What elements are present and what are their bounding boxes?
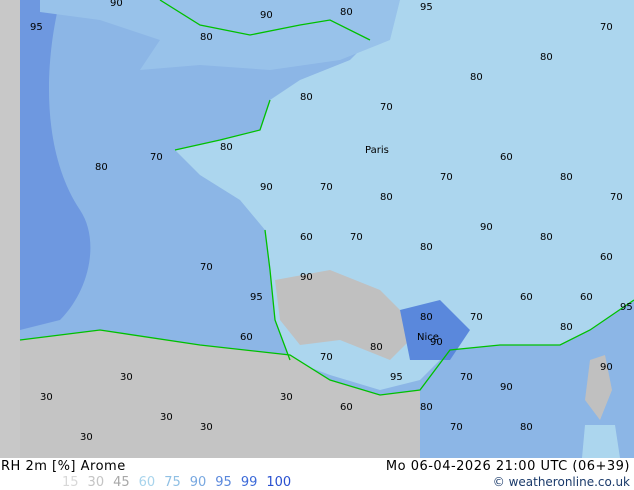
- sardinia: [582, 425, 620, 458]
- footer: RH 2m [%] Arome Mo 06-04-2026 21:00 UTC …: [0, 458, 634, 490]
- contour-label: 60: [520, 292, 533, 303]
- contour-label: 95: [30, 22, 43, 33]
- contour-label: 80: [95, 162, 108, 173]
- copyright-credit[interactable]: © weatheronline.co.uk: [493, 475, 630, 489]
- contour-label: 60: [600, 252, 613, 263]
- legend-item: 60: [138, 475, 156, 490]
- contour-label: 90: [260, 10, 273, 21]
- contour-label: 90: [260, 182, 273, 193]
- contour-label: 80: [560, 322, 573, 333]
- contour-label: 80: [470, 72, 483, 83]
- map-title: RH 2m [%] Arome: [1, 459, 126, 474]
- contour-label: 80: [540, 52, 553, 63]
- legend-item: 75: [164, 475, 181, 490]
- contour-label: 80: [340, 7, 353, 18]
- contour-label: 80: [380, 192, 393, 203]
- legend-item: 95: [215, 475, 232, 490]
- contour-label: 30: [160, 412, 173, 423]
- contour-label: 70: [460, 372, 473, 383]
- contour-label: 70: [450, 422, 463, 433]
- legend-item: 45: [113, 475, 130, 490]
- contour-label: 70: [440, 172, 453, 183]
- color-legend: 15 30 45 60 75 90 95 99 100: [62, 475, 300, 490]
- contour-label: 95: [250, 292, 263, 303]
- contour-label: 60: [300, 232, 313, 243]
- contour-label: 80: [200, 32, 213, 43]
- contour-label: 80: [560, 172, 573, 183]
- contour-label: 80: [300, 92, 313, 103]
- contour-label: 70: [380, 102, 393, 113]
- legend-item: 90: [189, 475, 207, 490]
- contour-label: 90: [480, 222, 493, 233]
- contour-label: 60: [340, 402, 353, 413]
- contour-label: 70: [320, 352, 333, 363]
- contour-label: 95: [390, 372, 403, 383]
- contour-label: 90: [500, 382, 513, 393]
- contour-label: 80: [540, 232, 553, 243]
- contour-label: 70: [200, 262, 213, 273]
- contour-label: 80: [420, 312, 433, 323]
- contour-label: 30: [80, 432, 93, 443]
- contour-label: 70: [600, 22, 613, 33]
- weather-map[interactable]: 95 90 80 70 80 90 80 95 80 70 80 80 70 80 90 70 80 70 60 80…: [0, 0, 634, 458]
- contour-label: 95: [420, 2, 433, 13]
- contour-label: 70: [150, 152, 163, 163]
- contour-label: 60: [240, 332, 253, 343]
- contour-label: 80: [420, 242, 433, 253]
- contour-label: 80: [370, 342, 383, 353]
- contour-label: 30: [200, 422, 213, 433]
- legend-item: 100: [266, 475, 292, 490]
- legend-item: 99: [240, 475, 258, 490]
- contour-label: 80: [220, 142, 233, 153]
- contour-label: 90: [110, 0, 123, 9]
- contour-label: 30: [40, 392, 53, 403]
- contour-label: 70: [350, 232, 363, 243]
- contour-label: 70: [610, 192, 623, 203]
- contour-label: 60: [580, 292, 593, 303]
- city-label-nice: Nice: [417, 332, 439, 343]
- contour-label: 60: [500, 152, 513, 163]
- contour-label: 70: [320, 182, 333, 193]
- contour-label: 30: [280, 392, 293, 403]
- contour-label: 90: [600, 362, 613, 373]
- legend-item: 30: [87, 475, 105, 490]
- contour-label: 30: [120, 372, 133, 383]
- city-label-paris: Paris: [365, 145, 389, 156]
- contour-label: 80: [520, 422, 533, 433]
- forecast-datetime: Mo 06-04-2026 21:00 UTC (06+39): [385, 459, 630, 474]
- contour-label: 90: [300, 272, 313, 283]
- left-margin: [0, 0, 20, 458]
- contour-label: 95: [620, 302, 633, 313]
- contour-label: 80: [420, 402, 433, 413]
- contour-label: 70: [470, 312, 483, 323]
- legend-item: 15: [62, 475, 79, 490]
